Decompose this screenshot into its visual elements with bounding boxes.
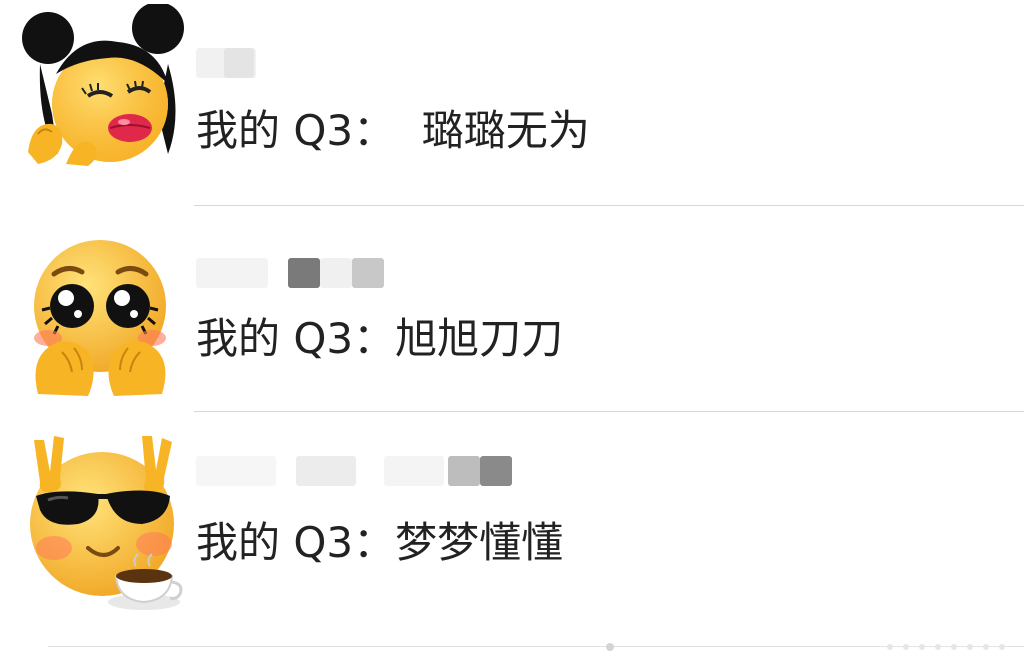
- blurred-nickname: [224, 48, 254, 78]
- blurred-nickname: [448, 456, 480, 486]
- comment-item[interactable]: 我的 Q3： 璐璐无为: [0, 0, 1024, 206]
- comment-text: 我的 Q3： 璐璐无为: [196, 106, 590, 155]
- blurred-nickname: [296, 456, 356, 486]
- pleading-face-with-hands-icon: [34, 240, 166, 396]
- avatar[interactable]: [18, 4, 188, 174]
- nickname[interactable]: [196, 252, 556, 288]
- blurred-nickname: [320, 258, 352, 288]
- blurred-nickname: [352, 258, 384, 288]
- blurred-nickname: [288, 258, 320, 288]
- blurred-nickname: [384, 456, 444, 486]
- comment-list: 我的 Q3： 璐璐无为 我的 Q3：旭旭刀刀 我的 Q3：梦梦懂懂: [0, 0, 1024, 663]
- blurred-nickname: [196, 258, 268, 288]
- nickname[interactable]: [196, 42, 556, 78]
- nickname[interactable]: [196, 450, 556, 486]
- comment-text: 我的 Q3：梦梦懂懂: [196, 518, 564, 567]
- kiss-lips-emoji-with-buns-icon: [22, 4, 184, 166]
- blurred-nickname: [196, 456, 276, 486]
- more-dots-icon: [606, 643, 1005, 651]
- blurred-nickname: [480, 456, 512, 486]
- comment-item[interactable]: 我的 Q3：旭旭刀刀: [0, 206, 1024, 412]
- comment-item[interactable]: 我的 Q3：梦梦懂懂: [0, 412, 1024, 648]
- comment-text: 我的 Q3：旭旭刀刀: [196, 314, 564, 363]
- avatar[interactable]: [18, 420, 188, 610]
- sunglasses-peace-coffee-emoji-icon: [30, 436, 183, 610]
- avatar[interactable]: [18, 234, 188, 404]
